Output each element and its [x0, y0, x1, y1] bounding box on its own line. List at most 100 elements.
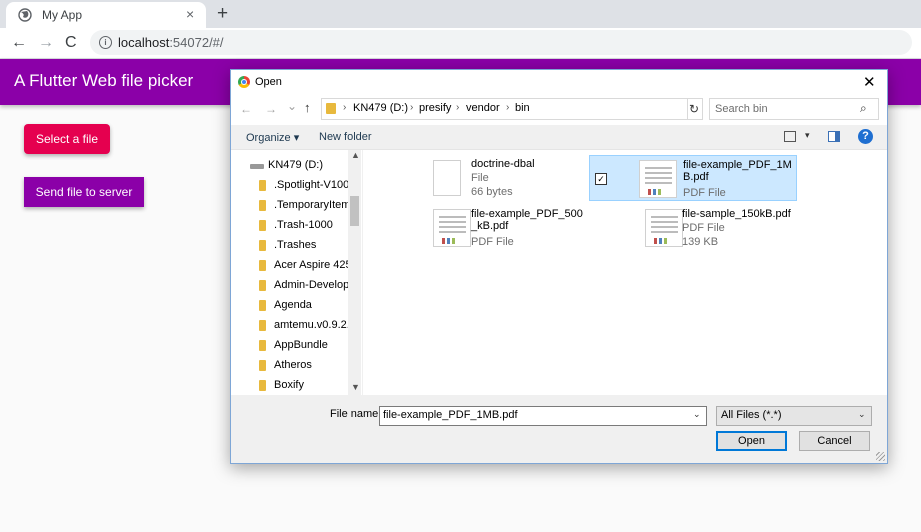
preview-pane-icon[interactable]: [828, 131, 840, 142]
tab-close-icon[interactable]: ×: [186, 6, 194, 22]
new-folder-button[interactable]: New folder: [319, 131, 372, 143]
nav-item-drive[interactable]: KN479 (D:): [231, 156, 349, 176]
file-name-label: File name:: [330, 408, 382, 420]
folder-icon: [259, 260, 266, 271]
folder-icon: [259, 320, 266, 331]
help-icon[interactable]: ?: [858, 129, 873, 144]
search-placeholder: Search bin: [715, 103, 768, 115]
send-file-button[interactable]: Send file to server: [24, 177, 144, 207]
folder-icon: [259, 280, 266, 291]
nav-item-folder[interactable]: Acer Aspire 4250: [231, 256, 349, 276]
view-dropdown-icon[interactable]: ▾: [805, 130, 810, 141]
view-options-icon[interactable]: [784, 131, 796, 142]
folder-icon: [259, 380, 266, 391]
file-list: doctrine-dbal File 66 bytes ✓ file-examp…: [362, 150, 887, 395]
nav-item-folder[interactable]: .Trashes: [231, 236, 349, 256]
url-path: :54072/#/: [169, 35, 224, 50]
nav-item-folder[interactable]: .Trash-1000: [231, 216, 349, 236]
cancel-button[interactable]: Cancel: [799, 431, 870, 451]
nav-item-folder[interactable]: .Spotlight-V100: [231, 176, 349, 196]
breadcrumb-drive[interactable]: KN479 (D:): [353, 102, 408, 114]
nav-item-label: .TemporaryItems: [274, 199, 349, 211]
file-name-field[interactable]: file-example_PDF_1MB.pdf ⌄: [379, 406, 707, 426]
nav-item-label: Acer Aspire 4250: [274, 259, 349, 271]
close-icon[interactable]: ✕: [863, 73, 876, 91]
file-name: file-example_PDF_1MB.pdf: [683, 159, 792, 183]
scroll-thumb[interactable]: [350, 196, 359, 226]
folder-icon: [259, 340, 266, 351]
open-button[interactable]: Open: [716, 431, 787, 451]
file-type-select[interactable]: All Files (*.*) ⌄: [716, 406, 872, 426]
file-item[interactable]: file-example_PDF_500_kB.pdf PDF File: [433, 205, 641, 251]
recent-locations-icon[interactable]: ⌄: [287, 99, 297, 113]
folder-icon: [259, 300, 266, 311]
file-type: File: [471, 172, 489, 184]
folder-icon: [259, 220, 266, 231]
breadcrumb[interactable]: › KN479 (D:) › presify › vendor › bin ⌄: [321, 98, 771, 120]
nav-item-folder[interactable]: Admin-Develop-: [231, 276, 349, 296]
nav-item-label: .Trashes: [274, 239, 317, 251]
nav-item-folder[interactable]: amtemu.v0.9.2.w: [231, 316, 349, 336]
browser-tab[interactable]: My App ×: [6, 2, 206, 28]
back-arrow-icon[interactable]: ←: [11, 34, 27, 52]
chevron-down-icon[interactable]: ⌄: [693, 409, 701, 420]
dialog-footer: File name: file-example_PDF_1MB.pdf ⌄ Al…: [231, 395, 887, 463]
browser-tabstrip: My App × +: [0, 0, 921, 28]
nav-item-folder[interactable]: .TemporaryItems: [231, 196, 349, 216]
page-title: A Flutter Web file picker: [14, 71, 194, 90]
back-arrow-icon[interactable]: ←: [240, 102, 252, 116]
nav-item-label: .Spotlight-V100: [274, 179, 349, 191]
search-icon[interactable]: ⌕: [860, 101, 867, 116]
url-text: localhost:54072/#/: [118, 35, 224, 50]
breadcrumb-bin[interactable]: bin: [515, 102, 530, 114]
organize-button[interactable]: Organize ▾: [246, 131, 299, 144]
globe-icon: [18, 8, 32, 22]
address-bar[interactable]: i localhost:54072/#/: [90, 30, 912, 55]
nav-item-label: amtemu.v0.9.2.w: [274, 319, 349, 331]
forward-arrow-icon[interactable]: →: [38, 34, 54, 52]
breadcrumb-separator: ›: [343, 102, 347, 113]
pdf-thumbnail-icon: [433, 209, 471, 247]
file-name: doctrine-dbal: [471, 158, 535, 170]
tab-title: My App: [42, 8, 83, 22]
nav-item-label: Admin-Develop-: [274, 279, 349, 291]
file-name-value: file-example_PDF_1MB.pdf: [383, 409, 518, 421]
nav-item-folder[interactable]: AppBundle: [231, 336, 349, 356]
resize-grip-icon[interactable]: [876, 452, 885, 461]
breadcrumb-separator: ›: [410, 102, 414, 113]
reload-icon[interactable]: C: [65, 34, 77, 52]
breadcrumb-presify[interactable]: presify: [419, 102, 451, 114]
breadcrumb-vendor[interactable]: vendor: [466, 102, 500, 114]
command-bar: Organize ▾ New folder ▾ ?: [231, 125, 887, 150]
dialog-title: Open: [255, 76, 282, 88]
nav-scrollbar[interactable]: ▲ ▼: [348, 150, 361, 395]
up-arrow-icon[interactable]: ↑: [304, 100, 311, 115]
scroll-down-icon[interactable]: ▼: [351, 382, 360, 392]
folder-icon: [259, 200, 266, 211]
folder-icon: [259, 360, 266, 371]
checkbox-checked-icon[interactable]: ✓: [595, 173, 607, 185]
forward-arrow-icon[interactable]: →: [265, 102, 277, 116]
breadcrumb-separator: ›: [456, 102, 460, 113]
chrome-icon: [238, 76, 250, 88]
drive-icon: [250, 164, 264, 169]
scroll-up-icon[interactable]: ▲: [351, 150, 360, 160]
chevron-down-icon[interactable]: ⌄: [858, 409, 866, 420]
nav-item-folder[interactable]: Atheros: [231, 356, 349, 376]
dialog-titlebar: Open ✕: [231, 70, 887, 94]
file-item-selected[interactable]: ✓ file-example_PDF_1MB.pdf PDF File: [589, 155, 797, 201]
new-tab-icon[interactable]: +: [217, 3, 228, 25]
refresh-icon[interactable]: ↻: [686, 98, 703, 120]
nav-item-folder[interactable]: Agenda: [231, 296, 349, 316]
folder-icon: [326, 103, 336, 114]
search-input[interactable]: Search bin ⌕: [709, 98, 879, 120]
file-item[interactable]: file-sample_150kB.pdf PDF File 139 KB: [645, 205, 853, 251]
nav-item-folder[interactable]: Boxify: [231, 376, 349, 396]
file-type: PDF File: [683, 187, 726, 199]
file-name: file-sample_150kB.pdf: [682, 208, 791, 220]
nav-item-label: Agenda: [274, 299, 312, 311]
folder-icon: [259, 180, 266, 191]
select-file-button[interactable]: Select a file: [24, 124, 110, 154]
nav-item-label: KN479 (D:): [268, 159, 324, 171]
info-icon[interactable]: i: [99, 36, 112, 49]
